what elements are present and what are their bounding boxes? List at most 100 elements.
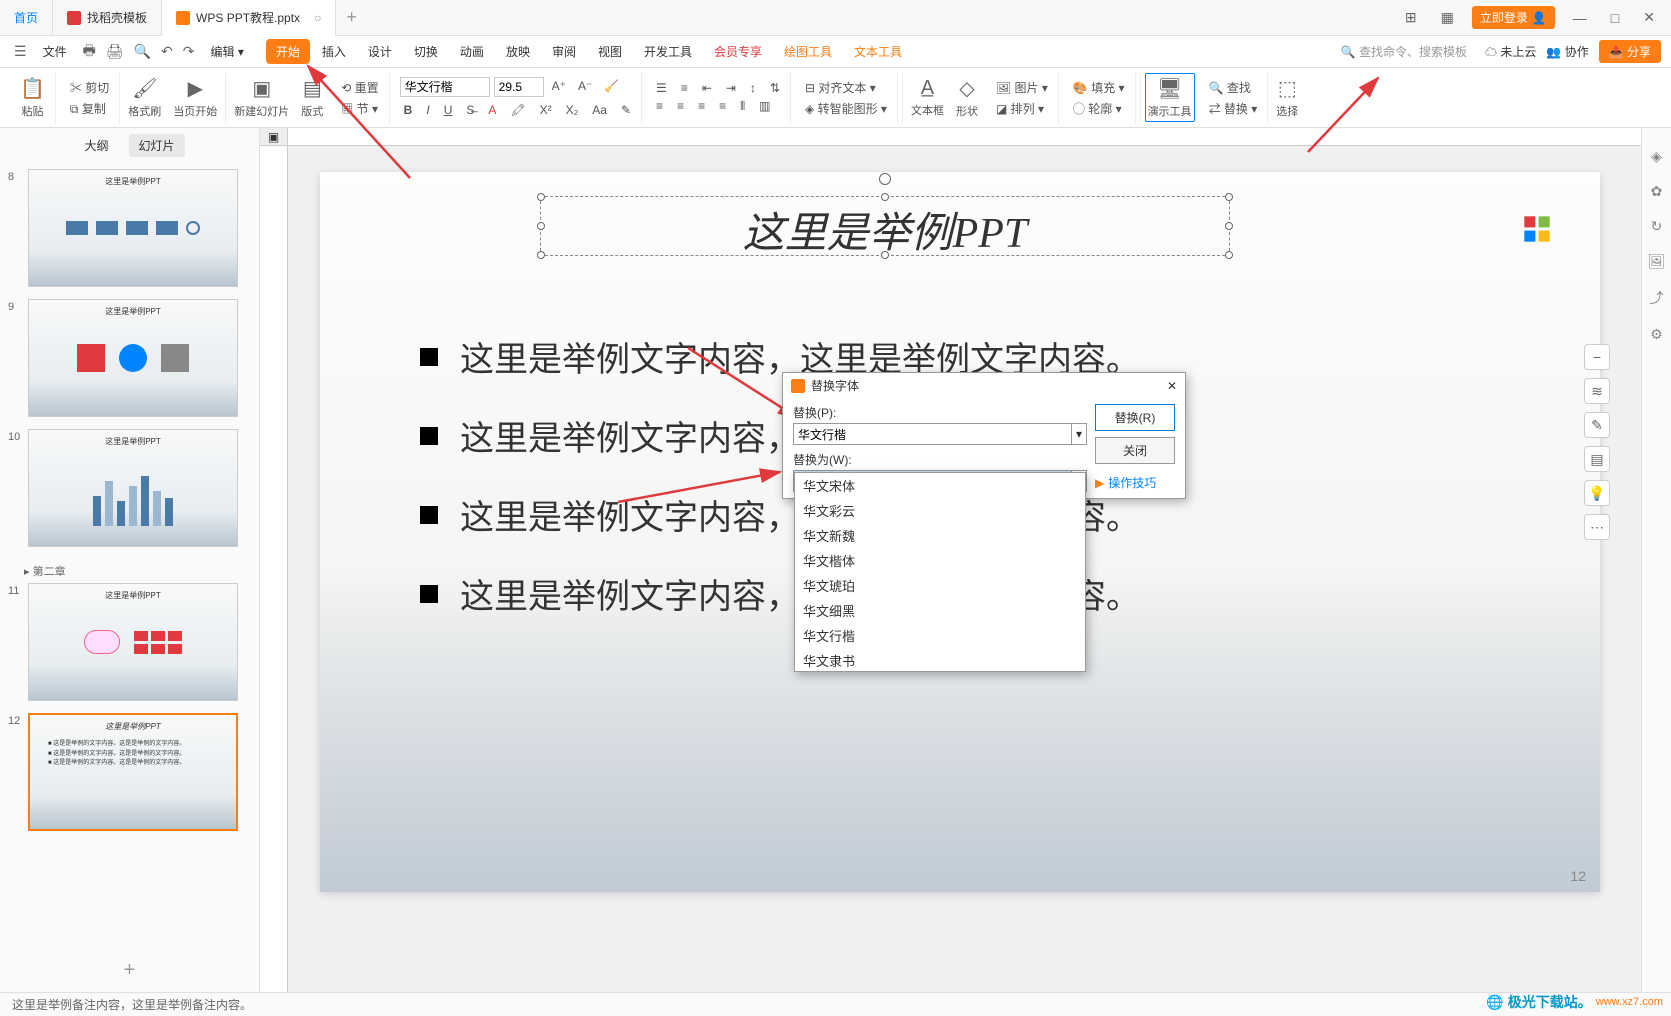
justify-icon[interactable]: ≡ xyxy=(715,97,730,116)
presenter-tools-button[interactable]: 🖥演示工具 xyxy=(1145,73,1195,122)
find-button[interactable]: 🔍 查找 xyxy=(1205,77,1255,98)
rp-arrow-icon[interactable]: ⤴ xyxy=(1650,288,1664,308)
tab-template[interactable]: 找稻壳模板 xyxy=(53,0,162,36)
share-button[interactable]: 📤 分享 xyxy=(1599,40,1661,63)
dialog-titlebar[interactable]: 替换字体 ✕ xyxy=(783,373,1185,398)
font-option[interactable]: 华文彩云 xyxy=(795,498,1085,523)
text-direction-icon[interactable]: ⇅ xyxy=(766,79,784,97)
file-menu[interactable]: 文件 xyxy=(33,39,77,64)
more-tool[interactable]: ⋯ xyxy=(1584,514,1610,540)
idea-tool[interactable]: 💡 xyxy=(1584,480,1610,506)
ruler-horizontal[interactable] xyxy=(288,128,1641,146)
font-increase-icon[interactable]: A⁺ xyxy=(548,77,570,97)
minimize-button[interactable]: — xyxy=(1567,6,1593,30)
format-painter-button[interactable]: 🖌格式刷 xyxy=(124,74,165,121)
slide-thumb-9[interactable]: 9这里是举例PPT xyxy=(8,299,251,417)
align-center-icon[interactable]: ≡ xyxy=(673,97,688,116)
font-decrease-icon[interactable]: A⁻ xyxy=(574,77,596,97)
slides-tab[interactable]: 幻灯片 xyxy=(129,134,185,157)
rp-settings-icon[interactable]: ⚙ xyxy=(1650,326,1663,343)
zoom-out-tool[interactable]: − xyxy=(1584,344,1610,370)
current-page-button[interactable]: ▶当页开始 xyxy=(169,74,221,121)
rotate-handle[interactable] xyxy=(879,173,891,185)
align-text-button[interactable]: ⊟ 对齐文本 ▾ xyxy=(801,77,880,98)
superscript-icon[interactable]: X² xyxy=(536,101,556,119)
edit-menu[interactable]: 编辑 ▾ xyxy=(200,39,253,64)
outline-tab[interactable]: 大纲 xyxy=(74,134,118,157)
align-right-icon[interactable]: ≡ xyxy=(694,97,709,116)
menu-tab-design[interactable]: 设计 xyxy=(358,39,402,64)
arrange-button[interactable]: ◪ 排列 ▾ xyxy=(992,98,1048,119)
font-size-select[interactable] xyxy=(494,77,544,97)
font-clear-icon[interactable]: 🧹 xyxy=(600,77,623,97)
columns-icon[interactable]: ▥ xyxy=(755,97,774,116)
indent-inc-icon[interactable]: ⇥ xyxy=(722,79,740,97)
replace-confirm-button[interactable]: 替换(R) xyxy=(1095,404,1175,431)
align-left-icon[interactable]: ≡ xyxy=(652,97,667,116)
menu-tab-member[interactable]: 会员专享 xyxy=(704,39,772,64)
print-icon[interactable]: 🖨 xyxy=(102,41,128,62)
underline-icon[interactable]: U xyxy=(440,101,457,119)
resize-handle[interactable] xyxy=(1225,222,1233,230)
menu-tab-animation[interactable]: 动画 xyxy=(450,39,494,64)
text-effects-icon[interactable]: ✎ xyxy=(617,101,635,119)
search-commands[interactable]: 🔍 查找命令、搜索模板 xyxy=(1333,41,1475,62)
login-button[interactable]: 立即登录👤 xyxy=(1472,6,1555,29)
cloud-status[interactable]: ☁ 未上云 xyxy=(1485,43,1536,60)
resize-handle[interactable] xyxy=(537,251,545,259)
close-window-button[interactable]: ✕ xyxy=(1637,5,1661,30)
layout-button[interactable]: ▤版式 xyxy=(297,74,327,121)
resize-handle[interactable] xyxy=(881,251,889,259)
tips-link[interactable]: ▶操作技巧 xyxy=(1095,474,1175,491)
copy-button[interactable]: ⧉ 复制 xyxy=(66,98,110,119)
cut-button[interactable]: ✂ 剪切 xyxy=(66,77,113,98)
dialog-close-button[interactable]: ✕ xyxy=(1167,379,1177,393)
dialog-close-btn[interactable]: 关闭 xyxy=(1095,437,1175,464)
textbox-button[interactable]: A̲文本框 xyxy=(907,75,948,120)
italic-icon[interactable]: I xyxy=(422,101,433,119)
line-spacing-icon[interactable]: ↕ xyxy=(746,79,760,97)
menu-tab-text[interactable]: 文本工具 xyxy=(844,39,912,64)
dropdown-icon[interactable]: ▾ xyxy=(1072,423,1087,445)
slide-thumb-8[interactable]: 8这里是举例PPT xyxy=(8,169,251,287)
menu-tab-dev[interactable]: 开发工具 xyxy=(634,39,702,64)
menu-tab-start[interactable]: 开始 xyxy=(266,39,310,64)
menu-tab-view[interactable]: 视图 xyxy=(588,39,632,64)
layers-tool[interactable]: ≋ xyxy=(1584,378,1610,404)
font-option[interactable]: 华文隶书 xyxy=(795,648,1085,672)
resize-handle[interactable] xyxy=(1225,251,1233,259)
reset-button[interactable]: ⟲ 重置 xyxy=(337,77,382,98)
ruler-vertical[interactable] xyxy=(260,146,288,992)
new-slide-button[interactable]: ▣新建幻灯片 xyxy=(230,74,293,121)
replace-font-select[interactable] xyxy=(793,423,1072,445)
add-tab-button[interactable]: + xyxy=(336,7,367,28)
undo-icon[interactable]: ↶ xyxy=(157,41,177,62)
fill-button[interactable]: 🎨 填充 ▾ xyxy=(1069,77,1129,98)
layout-icon[interactable]: ⊞ xyxy=(1399,5,1423,30)
strike-icon[interactable]: S̶ xyxy=(462,101,478,119)
picture-button[interactable]: 🖼 图片 ▾ xyxy=(992,77,1052,98)
preview-icon[interactable]: 🔍 xyxy=(130,41,155,62)
resize-handle[interactable] xyxy=(881,193,889,201)
bullets-icon[interactable]: ☰ xyxy=(652,79,671,97)
font-family-select[interactable] xyxy=(400,77,490,97)
slide-thumb-10[interactable]: 10这里是举例PPT xyxy=(8,429,251,547)
bold-icon[interactable]: B xyxy=(400,101,417,119)
outline-button[interactable]: ◯ 轮廓 ▾ xyxy=(1069,98,1126,119)
font-option[interactable]: 华文琥珀 xyxy=(795,573,1085,598)
pen-tool[interactable]: ✎ xyxy=(1584,412,1610,438)
rp-record-icon[interactable]: ◈ xyxy=(1651,148,1662,165)
highlight-icon[interactable]: 🖍 xyxy=(506,101,529,119)
section-label[interactable]: ▸ 第二章 xyxy=(8,559,251,583)
collab-button[interactable]: 👥 协作 xyxy=(1546,43,1588,60)
font-option[interactable]: 华文细黑 xyxy=(795,598,1085,623)
menu-tab-draw[interactable]: 绘图工具 xyxy=(774,39,842,64)
slide-thumb-12[interactable]: 12这里是举例PPT■ 这是是举例的文字内容。这是是举例的文字内容。■ 这是是举… xyxy=(8,713,251,831)
indent-dec-icon[interactable]: ⇤ xyxy=(698,79,716,97)
shapes-button[interactable]: ◇形状 xyxy=(952,74,982,121)
font-color-icon[interactable]: A xyxy=(484,101,500,119)
font-dropdown-list[interactable]: 华文宋体 华文彩云 华文新魏 华文楷体 华文琥珀 华文细黑 华文行楷 华文隶书 … xyxy=(794,472,1086,672)
font-option[interactable]: 华文宋体 xyxy=(795,473,1085,498)
apps-icon[interactable]: ▦ xyxy=(1435,5,1460,30)
resize-handle[interactable] xyxy=(1225,193,1233,201)
